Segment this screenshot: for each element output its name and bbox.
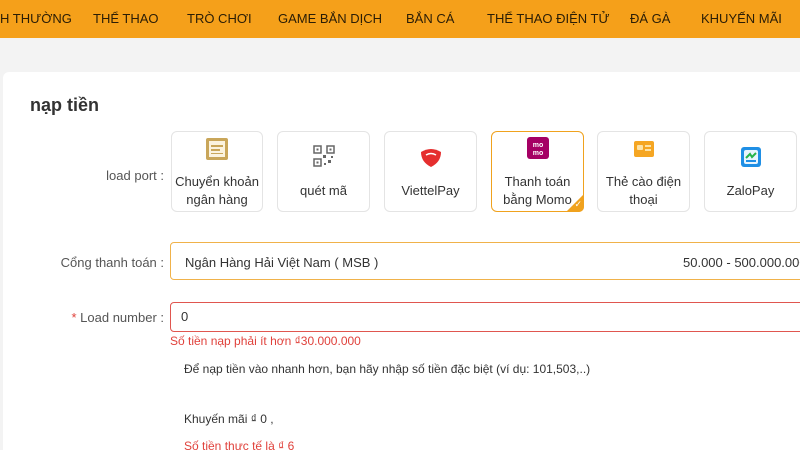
gateway-select[interactable]: Ngân Hàng Hải Việt Nam ( MSB ) 50.000 - … xyxy=(170,242,800,280)
zalopay-icon xyxy=(740,147,761,167)
nav-item-cockfight[interactable]: ĐÁ GÀ xyxy=(630,11,670,26)
amount-error-message: Số tiền nạp phải ít hơn ₫30.000.000 xyxy=(170,334,361,348)
bank-transfer-icon xyxy=(206,138,228,160)
promotion-amount: Khuyến mãi ₫ 0 , xyxy=(184,412,274,426)
gateway-name: Ngân Hàng Hải Việt Nam ( MSB ) xyxy=(185,255,379,270)
gateway-amount-range: 50.000 - 500.000.000 xyxy=(683,255,800,270)
payment-option-label-line2: thoại xyxy=(629,192,658,207)
nav-item-esports[interactable]: THỂ THAO ĐIỆN TỬ xyxy=(487,11,610,26)
load-number-label-text: Load number : xyxy=(76,310,164,325)
gateway-label: Cổng thanh toán : xyxy=(60,255,164,270)
payment-option-scratch-card[interactable]: Thẻ cào điện thoại xyxy=(597,131,690,212)
load-number-label: * Load number : xyxy=(40,310,164,325)
actual-amount: Số tiền thực tế là ₫ 6 xyxy=(184,439,295,450)
page-title: nạp tiền xyxy=(30,95,100,115)
payment-option-bank-transfer[interactable]: Chuyển khoản ngân hàng xyxy=(171,131,263,212)
payment-option-momo[interactable]: mo mo Thanh toán bằng Momo ✓ xyxy=(491,131,584,212)
payment-option-label: quét mã xyxy=(300,183,347,198)
nav-item-games[interactable]: TRÒ CHƠI xyxy=(187,11,252,26)
nav-item-promotions[interactable]: KHUYẾN MÃI xyxy=(701,11,782,26)
special-amount-hint: Để nạp tiền vào nhanh hơn, bạn hãy nhập … xyxy=(184,362,591,376)
payment-option-qr[interactable]: quét mã xyxy=(277,131,370,212)
viettelpay-icon xyxy=(420,149,441,167)
svg-text:mo: mo xyxy=(532,142,543,149)
top-nav: H THƯỜNG THỂ THAO TRÒ CHƠI GAME BẮN DỊCH… xyxy=(0,0,800,38)
load-number-field[interactable] xyxy=(170,302,800,332)
load-number-input[interactable] xyxy=(181,309,481,324)
momo-icon: mo mo xyxy=(526,137,549,159)
nav-item-fishing[interactable]: BẮN CÁ xyxy=(406,11,454,26)
payment-option-zalopay[interactable]: ZaloPay xyxy=(704,131,797,212)
payment-option-label-line2: ngân hàng xyxy=(186,192,248,207)
svg-text:mo: mo xyxy=(532,150,543,157)
payment-option-label: Thẻ cào điện xyxy=(605,174,682,189)
nav-item-shooting-games[interactable]: GAME BẮN DỊCH xyxy=(278,11,382,26)
payment-option-label: Thanh toán xyxy=(504,174,571,189)
payment-option-label: ZaloPay xyxy=(726,183,775,198)
load-port-label: load port : xyxy=(106,168,164,183)
nav-item-sports-normal[interactable]: H THƯỜNG xyxy=(0,11,72,26)
check-icon: ✓ xyxy=(574,199,582,209)
nav-item-sports[interactable]: THỂ THAO xyxy=(93,11,159,26)
payment-option-label: Chuyển khoản xyxy=(175,174,259,189)
scratch-card-icon xyxy=(633,141,654,157)
payment-option-viettelpay[interactable]: ViettelPay xyxy=(384,131,477,212)
payment-option-label: ViettelPay xyxy=(401,183,460,198)
qr-code-icon xyxy=(312,145,335,167)
